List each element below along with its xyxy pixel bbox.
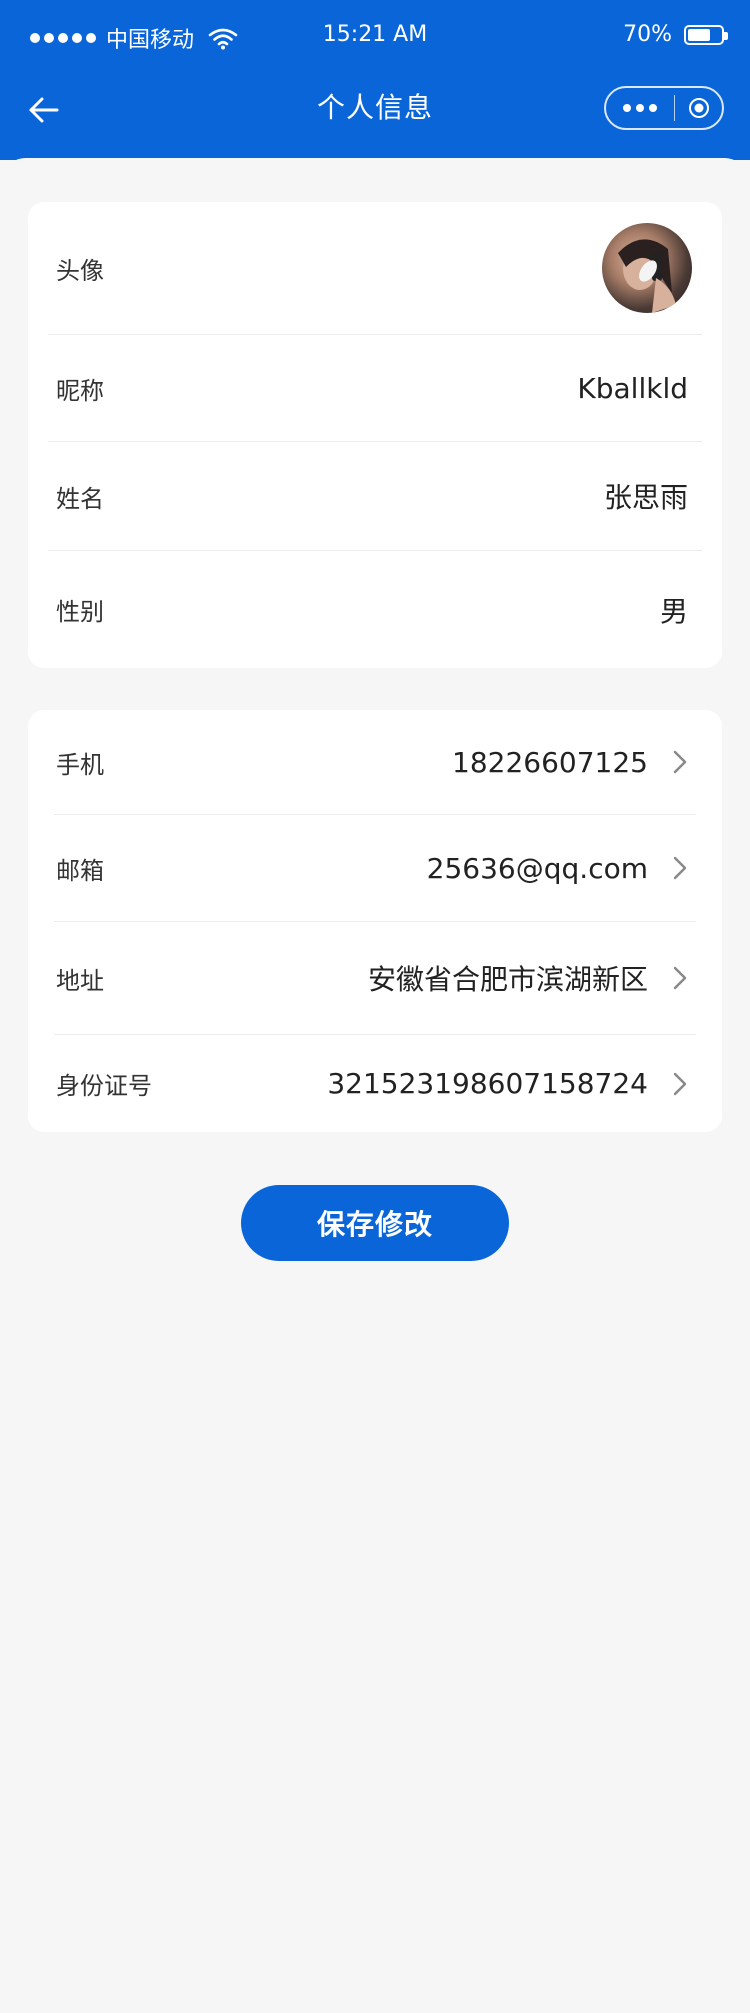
address-label: 地址 [56,966,104,995]
email-row[interactable]: 邮箱 25636@qq.com [48,815,702,921]
status-bar: 中国移动 15:21 AM 70% [0,0,750,78]
avatar-photo [618,239,676,313]
phone-value: 18226607125 [452,745,648,779]
email-label: 邮箱 [56,856,104,885]
profile-card: 头像 昵称 Kballkld 姓名 张思雨 性别 男 [28,202,722,668]
avatar[interactable] [602,223,692,313]
save-button[interactable]: 保存修改 [241,1185,509,1261]
address-value: 安徽省合肥市滨湖新区 [367,963,648,996]
phone-row[interactable]: 手机 18226607125 [48,710,702,814]
id-number-label: 身份证号 [56,1072,152,1100]
name-value: 张思雨 [603,481,688,514]
battery-fill [688,28,711,41]
nav-bar: 个人信息 [0,78,750,150]
more-dots-icon [623,104,631,112]
email-value: 25636@qq.com [426,851,648,885]
name-row[interactable]: 姓名 张思雨 [48,442,702,550]
nickname-value: Kballkld [577,371,688,405]
more-button[interactable] [606,88,674,128]
chevron-right-icon [673,1072,687,1095]
name-label: 姓名 [56,484,104,513]
contact-card: 手机 18226607125 邮箱 25636@qq.com 地址 安徽省合肥市… [28,710,722,1132]
gender-label: 性别 [56,598,104,626]
close-miniapp-button[interactable] [675,88,722,128]
phone-label: 手机 [56,750,104,779]
target-circle-icon [688,98,709,118]
header: 中国移动 15:21 AM 70% 个人信息 [0,0,750,160]
address-row[interactable]: 地址 安徽省合肥市滨湖新区 [48,922,702,1034]
nickname-row[interactable]: 昵称 Kballkld [48,335,702,441]
battery-percent: 70% [623,22,672,47]
gender-row[interactable]: 性别 男 [48,551,702,668]
battery-icon [684,24,728,45]
chevron-right-icon [673,750,687,774]
chevron-right-icon [673,856,687,880]
nickname-label: 昵称 [56,376,104,405]
chevron-right-icon [673,966,687,990]
id-number-row[interactable]: 身份证号 321523198607158724 [48,1035,702,1132]
avatar-row[interactable]: 头像 [48,202,702,334]
status-right: 70% [623,22,728,47]
avatar-label: 头像 [56,256,104,285]
id-number-value: 321523198607158724 [327,1067,648,1100]
menu-capsule [604,86,724,130]
gender-value: 男 [659,594,688,628]
